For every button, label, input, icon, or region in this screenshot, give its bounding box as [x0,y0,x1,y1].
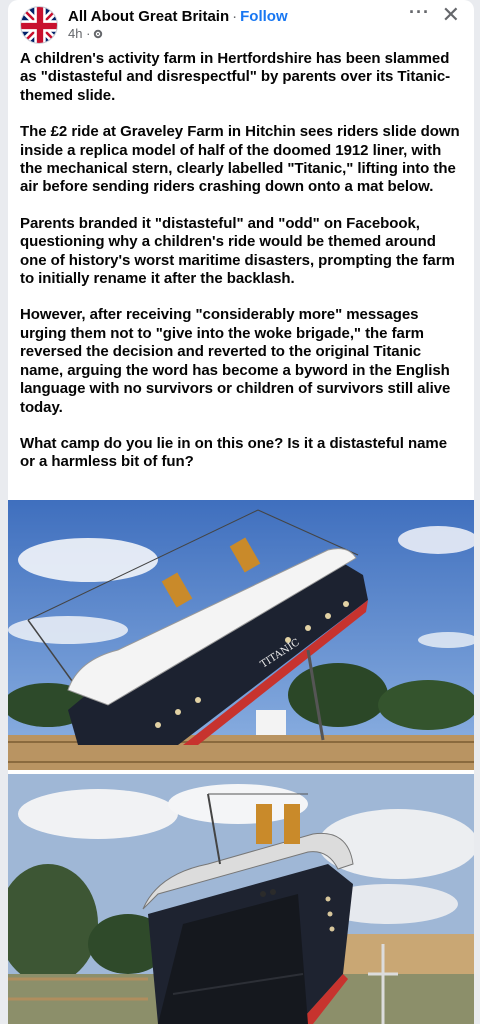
page-name[interactable]: All About Great Britain [68,8,229,25]
post-paragraph: What camp do you lie in on this one? Is … [20,434,448,471]
more-options-icon[interactable]: ··· [409,2,430,23]
post-paragraph: However, after receiving "considerably m… [20,306,451,416]
post-meta: 4h · [68,26,103,41]
post-photo-titanic-raised[interactable]: TITANIC [8,500,474,770]
post-text: A children's activity farm in Hertfordsh… [8,50,474,472]
page-avatar[interactable] [20,6,58,44]
post-paragraph: A children's activity farm in Hertfordsh… [20,50,451,104]
follow-button[interactable]: Follow [240,8,288,25]
post-header: All About Great Britain · Follow 4h · ··· … [8,0,474,50]
post-card: All About Great Britain · Follow 4h · ··· … [8,0,474,1024]
post-photo-titanic-lowered[interactable] [8,774,474,1024]
post-paragraph: The £2 ride at Graveley Farm in Hitchin … [20,123,460,196]
post-paragraph: Parents branded it "distasteful" and "od… [20,214,455,288]
gear-icon [94,29,103,38]
post-time[interactable]: 4h · [68,26,90,41]
name-separator: · [232,8,238,25]
photo-titanic-raised: TITANIC [8,500,474,770]
page-name-line: All About Great Britain · Follow [68,8,288,25]
close-icon[interactable]: ✕ [442,2,460,28]
photo-titanic-lowered [8,774,474,1024]
union-flag-icon [21,7,57,43]
